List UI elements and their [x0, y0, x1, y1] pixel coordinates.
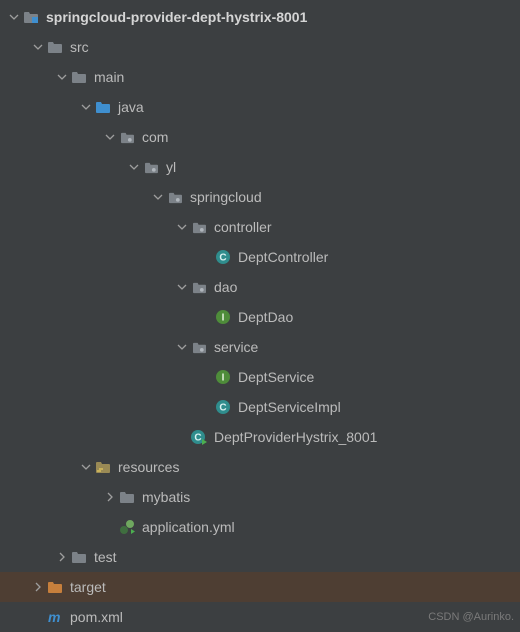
tree-row[interactable]: main [0, 62, 520, 92]
tree-item-label: yl [166, 159, 176, 175]
package-icon [166, 188, 184, 206]
svg-text:I: I [222, 313, 225, 324]
chevron-down-icon[interactable] [174, 279, 190, 295]
chevron-down-icon[interactable] [174, 339, 190, 355]
folder-icon [46, 38, 64, 56]
interface-icon: I [214, 308, 232, 326]
arrow-spacer [30, 609, 46, 625]
svg-text:C: C [219, 403, 226, 414]
arrow-spacer [198, 369, 214, 385]
tree-row[interactable]: src [0, 32, 520, 62]
tree-row[interactable]: application.yml [0, 512, 520, 542]
arrow-spacer [174, 429, 190, 445]
tree-item-label: java [118, 99, 144, 115]
tree-row[interactable]: I DeptService [0, 362, 520, 392]
run-class-icon: C [190, 428, 208, 446]
tree-item-label: DeptDao [238, 309, 293, 325]
module-folder-icon [22, 8, 40, 26]
tree-row[interactable]: com [0, 122, 520, 152]
tree-item-label: DeptService [238, 369, 314, 385]
project-tree[interactable]: springcloud-provider-dept-hystrix-8001 sr… [0, 0, 520, 632]
maven-file-icon: m [46, 608, 64, 626]
svg-text:m: m [48, 609, 60, 625]
chevron-down-icon[interactable] [30, 39, 46, 55]
package-icon [142, 158, 160, 176]
tree-item-label: dao [214, 279, 237, 295]
tree-row[interactable]: controller [0, 212, 520, 242]
folder-icon [118, 488, 136, 506]
package-icon [190, 218, 208, 236]
tree-item-label: DeptProviderHystrix_8001 [214, 429, 377, 445]
chevron-down-icon[interactable] [150, 189, 166, 205]
arrow-spacer [198, 309, 214, 325]
chevron-down-icon[interactable] [78, 99, 94, 115]
tree-row[interactable]: I DeptDao [0, 302, 520, 332]
arrow-spacer [102, 519, 118, 535]
tree-row[interactable]: service [0, 332, 520, 362]
tree-item-label: pom.xml [70, 609, 123, 625]
tree-row[interactable]: C DeptController [0, 242, 520, 272]
tree-item-label: target [70, 579, 106, 595]
tree-row[interactable]: C DeptServiceImpl [0, 392, 520, 422]
tree-row[interactable]: java [0, 92, 520, 122]
svg-text:C: C [194, 433, 201, 444]
tree-item-label: controller [214, 219, 272, 235]
chevron-down-icon[interactable] [102, 129, 118, 145]
tree-row[interactable]: test [0, 542, 520, 572]
arrow-spacer [198, 249, 214, 265]
tree-item-label: main [94, 69, 124, 85]
chevron-right-icon[interactable] [102, 489, 118, 505]
tree-row[interactable]: C DeptProviderHystrix_8001 [0, 422, 520, 452]
chevron-down-icon[interactable] [174, 219, 190, 235]
tree-row[interactable]: springcloud-provider-dept-hystrix-8001 [0, 2, 520, 32]
interface-icon: I [214, 368, 232, 386]
tree-item-label: src [70, 39, 89, 55]
class-icon: C [214, 398, 232, 416]
watermark: CSDN @Aurinko. [428, 611, 514, 623]
tree-item-label: resources [118, 459, 179, 475]
package-icon [190, 338, 208, 356]
tree-item-label: DeptController [238, 249, 328, 265]
folder-icon [70, 68, 88, 86]
chevron-down-icon[interactable] [126, 159, 142, 175]
package-icon [190, 278, 208, 296]
target-folder-icon [46, 578, 64, 596]
tree-item-label: springcloud-provider-dept-hystrix-8001 [46, 9, 307, 25]
package-icon [118, 128, 136, 146]
tree-row[interactable]: resources [0, 452, 520, 482]
tree-row[interactable]: dao [0, 272, 520, 302]
class-icon: C [214, 248, 232, 266]
tree-row[interactable]: yl [0, 152, 520, 182]
source-folder-icon [94, 98, 112, 116]
tree-item-label: application.yml [142, 519, 235, 535]
chevron-right-icon[interactable] [30, 579, 46, 595]
tree-item-label: service [214, 339, 258, 355]
folder-icon [70, 548, 88, 566]
tree-row[interactable]: target [0, 572, 520, 602]
tree-item-label: DeptServiceImpl [238, 399, 341, 415]
yml-file-icon [118, 518, 136, 536]
tree-item-label: test [94, 549, 117, 565]
arrow-spacer [198, 399, 214, 415]
chevron-down-icon[interactable] [54, 69, 70, 85]
chevron-down-icon[interactable] [78, 459, 94, 475]
tree-row[interactable]: mybatis [0, 482, 520, 512]
tree-item-label: springcloud [190, 189, 262, 205]
svg-text:I: I [222, 373, 225, 384]
chevron-right-icon[interactable] [54, 549, 70, 565]
svg-text:C: C [219, 253, 226, 264]
tree-row[interactable]: springcloud [0, 182, 520, 212]
tree-item-label: com [142, 129, 168, 145]
tree-item-label: mybatis [142, 489, 190, 505]
resources-folder-icon [94, 458, 112, 476]
chevron-down-icon[interactable] [6, 9, 22, 25]
